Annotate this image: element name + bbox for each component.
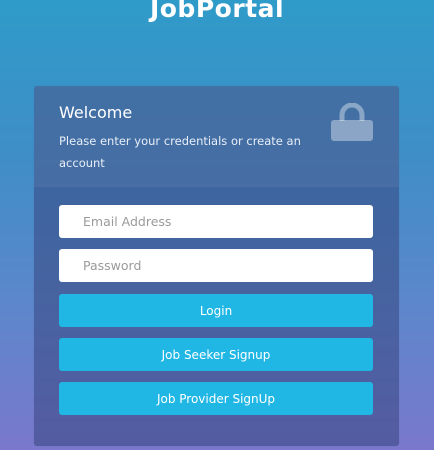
job-seeker-signup-button[interactable]: Job Seeker Signup bbox=[59, 338, 373, 371]
login-card: Welcome Please enter your credentials or… bbox=[34, 86, 399, 446]
email-field[interactable] bbox=[59, 205, 373, 238]
card-header: Welcome Please enter your credentials or… bbox=[34, 86, 399, 187]
password-field[interactable] bbox=[59, 249, 373, 282]
app-title: JobPortal bbox=[149, 0, 285, 23]
welcome-title: Welcome bbox=[59, 103, 133, 122]
welcome-subtitle: Please enter your credentials or create … bbox=[59, 134, 301, 170]
job-provider-signup-button[interactable]: Job Provider SignUp bbox=[59, 382, 373, 415]
lock-icon bbox=[331, 103, 373, 141]
login-button[interactable]: Login bbox=[59, 294, 373, 327]
